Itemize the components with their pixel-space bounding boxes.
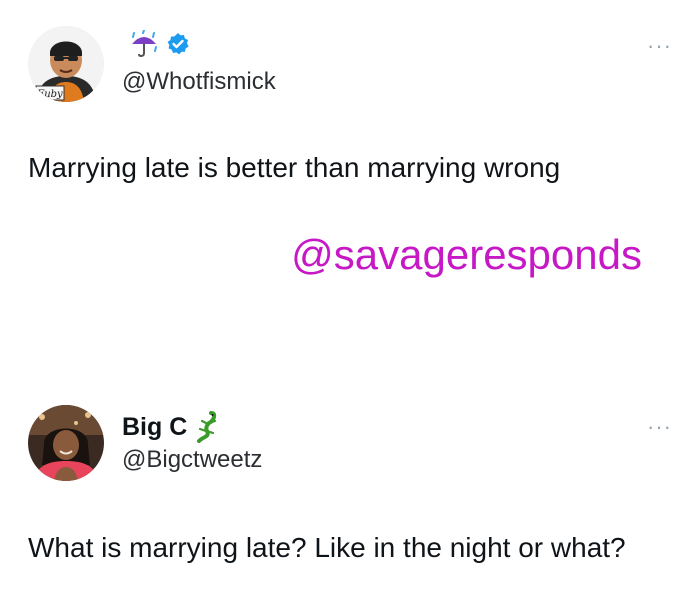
display-name-row[interactable]: Big C [122, 411, 221, 443]
tweet-text: Marrying late is better than marrying wr… [28, 152, 561, 183]
avatar-image [28, 405, 104, 481]
avatar-caption: Fuby [36, 89, 63, 100]
avatar[interactable]: Fuby [28, 26, 104, 102]
tweet-card-original: Fuby @Whotfismick ··· Marrying late is b… [0, 0, 700, 220]
tweet-card-reply: Big C @Bigctweetz ··· What is marrying l… [0, 385, 700, 602]
user-handle[interactable]: @Whotfismick [122, 67, 276, 97]
ellipsis-icon[interactable]: ··· [647, 416, 672, 438]
ellipsis-icon[interactable]: ··· [647, 35, 672, 57]
user-handle[interactable]: @Bigctweetz [122, 445, 262, 475]
display-name-row[interactable] [122, 30, 190, 58]
display-name: Big C [122, 413, 188, 441]
watermark: @savageresponds [291, 231, 642, 278]
avatar-image: Fuby [28, 26, 104, 102]
lizard-icon [193, 411, 221, 443]
tweet-text: What is marrying late? Like in the night… [28, 532, 626, 563]
avatar[interactable] [28, 405, 104, 481]
verified-badge-icon [166, 32, 190, 56]
umbrella-with-rain-icon [128, 30, 160, 58]
